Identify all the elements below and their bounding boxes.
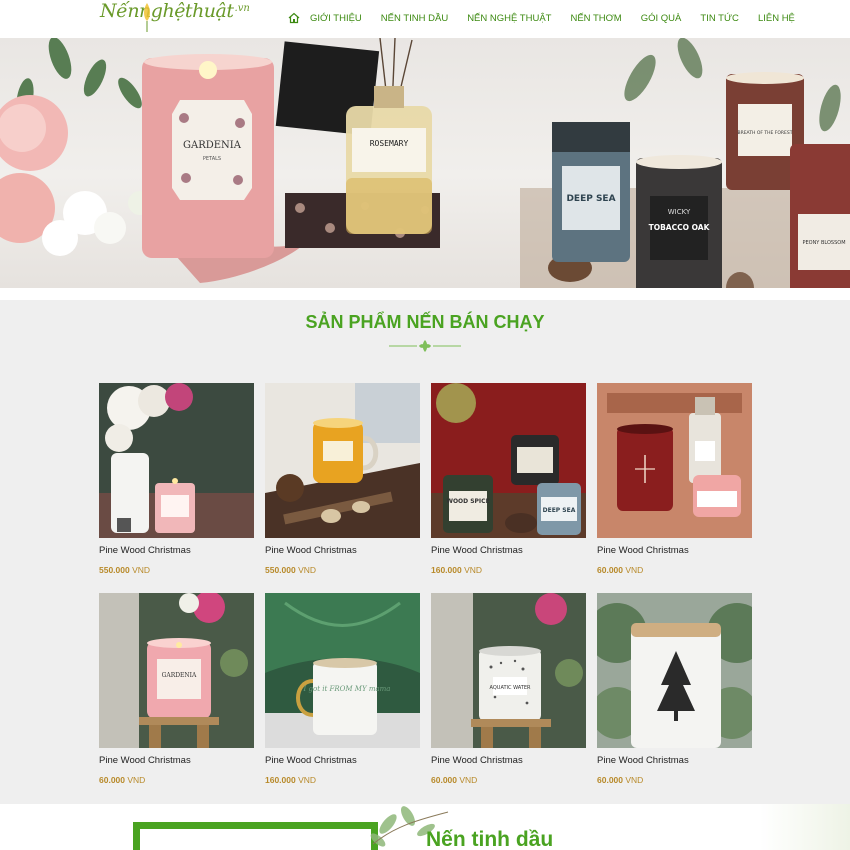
product-card[interactable]: I got it FROM MY mama Pine Wood Christma… [265,593,421,793]
hero-banner[interactable]: GARDENIA PETALS ROSEMARY DEEP SEA WICKY … [0,38,850,288]
product-price: 550.000 VND [99,565,151,575]
product-card[interactable]: AQUATIC WATER Pine Wood Christmas 60.000… [431,593,587,793]
product-image[interactable]: AQUATIC WATER [431,593,586,748]
logo-text: Nếnnghệthuật [100,0,234,22]
banner-label-tobacco-oak: TOBACCO OAK [649,223,711,232]
product-price: 160.000 VND [265,775,317,785]
banner-label-rosemary: ROSEMARY [370,139,409,148]
product-image[interactable] [99,383,254,538]
image-label-deep-sea: DEEP SEA [543,507,576,514]
product-image[interactable]: WOOD SPICE DEEP SEA [431,383,586,538]
product-price: 60.000 VND [597,775,644,785]
image-label-wood-spice: WOOD SPICE [446,498,489,505]
product-name[interactable]: Pine Wood Christmas [265,545,357,556]
product-price: 60.000 VND [431,775,478,785]
product-image[interactable]: GARDENIA [99,593,254,748]
image-label-got-it-from-my-mama: I got it FROM MY mama [303,685,391,693]
banner-label-breath-forest: BREATH OF THE FOREST [737,130,792,136]
product-image[interactable] [597,383,752,538]
product-card[interactable]: Pine Wood Christmas 550.000 VND [99,383,255,583]
product-name[interactable]: Pine Wood Christmas [597,545,689,556]
section-title: SẢN PHẨM NẾN BÁN CHẠY [305,312,545,332]
section-divider-icon [389,340,461,352]
product-name[interactable]: Pine Wood Christmas [431,545,523,556]
product-name[interactable]: Pine Wood Christmas [597,755,689,766]
product-price: 160.000 VND [431,565,483,575]
product-price: 550.000 VND [265,565,317,575]
hero-banner-image: GARDENIA PETALS ROSEMARY DEEP SEA WICKY … [0,38,850,288]
product-name[interactable]: Pine Wood Christmas [99,755,191,766]
nav-item-lien-he[interactable]: Liên hệ [758,13,795,24]
product-card[interactable]: GARDENIA Pine Wood Christmas 60.000 VND [99,593,255,793]
product-image[interactable] [597,593,752,748]
banner-label-deep-sea: DEEP SEA [566,194,615,204]
teaser-title: Nến tinh dầu [426,828,554,850]
product-image[interactable] [265,383,420,538]
main-nav: Giới thiệu Nến tinh dầu Nến nghệ thuật N… [288,0,795,36]
banner-label-wicky: WICKY [668,208,691,216]
nav-item-nen-thom[interactable]: Nến thơm [570,13,621,24]
logo-ext: .vn [234,3,250,14]
product-card[interactable]: WOOD SPICE DEEP SEA Pine Wood Christmas … [431,383,587,583]
site-header: Nếnnghệthuật .vn Giới thiệu Nến tinh dầu… [0,0,850,38]
nav-item-tin-tuc[interactable]: Tin tức [700,13,739,24]
logo-leaf-icon [144,3,150,32]
product-image[interactable]: I got it FROM MY mama [265,593,420,748]
best-sellers-section: SẢN PHẨM NẾN BÁN CHẠY Pine Wood Christma… [0,300,850,804]
product-price: 60.000 VND [597,565,644,575]
image-label-aquatic-water: AQUATIC WATER [490,685,531,691]
product-name[interactable]: Pine Wood Christmas [265,755,357,766]
product-card[interactable]: Pine Wood Christmas 60.000 VND [597,383,753,583]
nav-item-nen-tinh-dau[interactable]: Nến tinh dầu [381,13,448,24]
teaser-decoration [760,804,850,850]
site-logo[interactable]: Nếnnghệthuật .vn [100,0,250,38]
nav-item-nen-nghe-thuat[interactable]: Nến nghệ thuật [467,13,551,24]
product-name[interactable]: Pine Wood Christmas [431,755,523,766]
nav-item-goi-qua[interactable]: Gói quà [641,13,682,24]
image-label-gardenia: GARDENIA [162,672,197,679]
product-price: 60.000 VND [99,775,146,785]
banner-label-peony-blossom: PEONY BLOSSOM [802,240,845,246]
banner-label-petals: PETALS [203,156,221,162]
nav-item-gioi-thieu[interactable]: Giới thiệu [310,13,362,24]
product-card[interactable]: Pine Wood Christmas 550.000 VND [265,383,421,583]
teaser-image-frame [133,822,378,850]
essential-oil-section: Nến tinh dầu [0,804,850,850]
home-icon[interactable] [288,12,300,24]
product-card[interactable]: Pine Wood Christmas 60.000 VND [597,593,753,793]
product-name[interactable]: Pine Wood Christmas [99,545,191,556]
banner-label-gardenia: GARDENIA [183,140,242,151]
